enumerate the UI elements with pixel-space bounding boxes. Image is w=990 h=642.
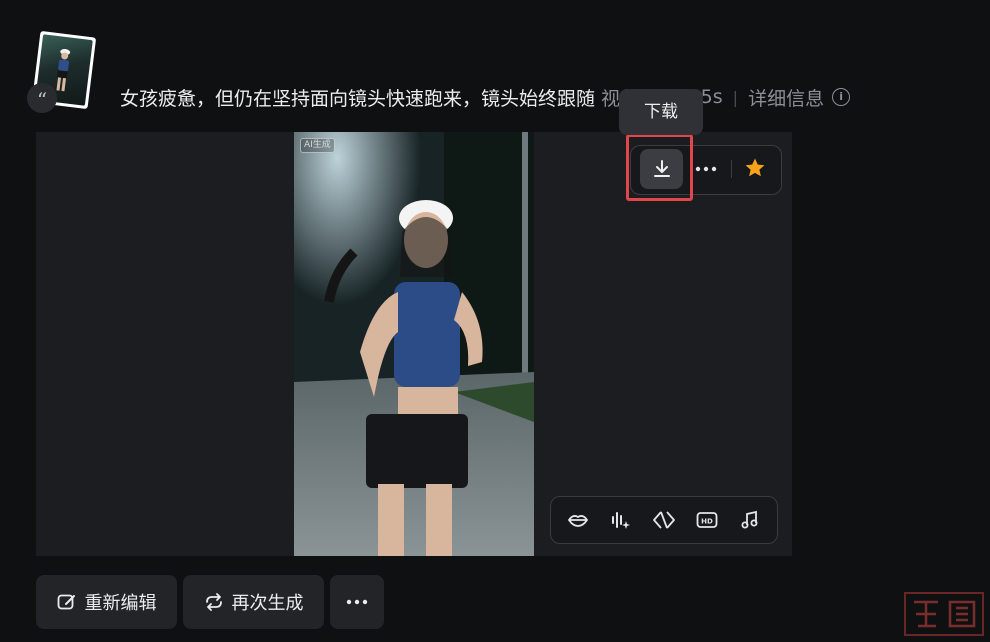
- watermark-seal: [904, 592, 984, 636]
- duration-label: 5s: [700, 86, 723, 108]
- edit-icon: [57, 593, 77, 611]
- more-icon: [695, 166, 717, 172]
- prompt-text: 女孩疲惫，但仍在坚持面向镜头快速跑来，镜头始终跟随: [120, 87, 596, 110]
- more-actions-button[interactable]: [330, 575, 384, 629]
- download-highlight: [626, 134, 693, 201]
- video-tools-bar: HD: [550, 496, 778, 544]
- divider: |: [732, 87, 739, 107]
- quote-icon: “: [27, 83, 57, 113]
- reedit-button[interactable]: 重新编辑: [36, 575, 177, 629]
- more-options-button[interactable]: [692, 155, 720, 183]
- info-icon[interactable]: i: [832, 88, 851, 106]
- music-icon[interactable]: [735, 505, 765, 535]
- star-icon: [745, 158, 765, 177]
- regenerate-label: 再次生成: [231, 593, 304, 614]
- svg-text:HD: HD: [701, 518, 713, 526]
- regenerate-button[interactable]: 再次生成: [183, 575, 324, 629]
- frame-interpolate-icon[interactable]: [649, 505, 679, 535]
- runner-scene-image: [294, 132, 534, 556]
- favorite-button[interactable]: [741, 154, 769, 182]
- refresh-icon: [204, 593, 224, 611]
- lip-sync-icon[interactable]: [563, 505, 593, 535]
- hd-icon[interactable]: HD: [692, 505, 722, 535]
- sparkle-audio-icon[interactable]: [606, 505, 636, 535]
- runner-figure-icon: [56, 48, 71, 92]
- toolbar-divider: [731, 160, 732, 178]
- more-icon: [346, 599, 368, 605]
- reedit-label: 重新编辑: [84, 593, 157, 614]
- video-preview[interactable]: AI生成: [294, 132, 534, 556]
- download-tooltip: 下载: [619, 89, 703, 135]
- seal-graphic: [914, 600, 976, 628]
- prompt-row: 女孩疲惫，但仍在坚持面向镜头快速跑来，镜头始终跟随 视频 3.0 | 5s | …: [120, 84, 851, 111]
- details-link[interactable]: 详细信息: [748, 84, 824, 111]
- ai-generated-badge: AI生成: [300, 138, 335, 153]
